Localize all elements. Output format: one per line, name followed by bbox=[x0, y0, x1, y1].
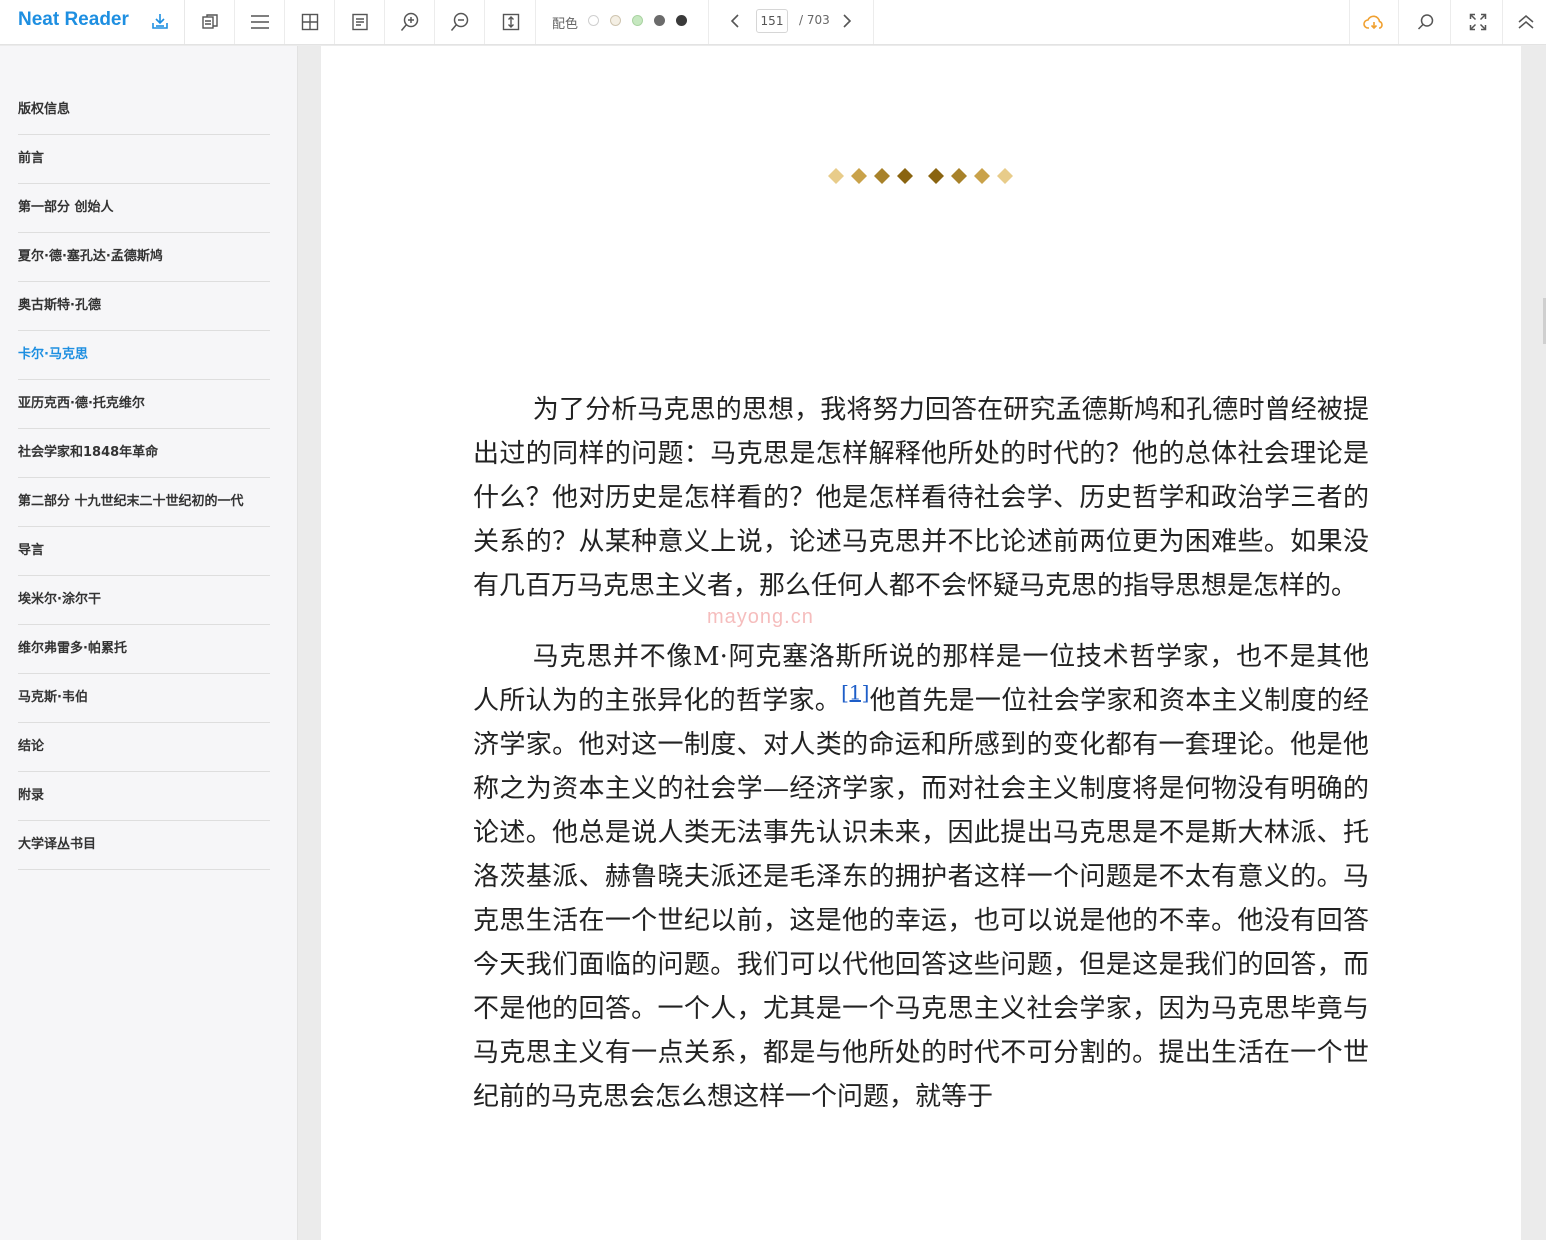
toc-sidebar: 版权信息 前言 第一部分 创始人 夏尔·德·塞孔达·孟德斯鸠 奥古斯特·孔德 卡… bbox=[0, 46, 298, 1240]
toc-item[interactable]: 社会学家和1848年革命 bbox=[18, 429, 270, 478]
toc-item[interactable]: 维尔弗雷多·帕累托 bbox=[18, 625, 270, 674]
paragraph: 为了分析马克思的思想，我将努力回答在研究孟德斯鸠和孔德时曾经被提出过的同样的问题… bbox=[473, 395, 1369, 601]
toc-item[interactable]: 马克斯·韦伯 bbox=[18, 674, 270, 723]
ornament-diamond bbox=[951, 168, 967, 184]
paragraph-text: 他首先是一位社会学家和资本主义制度的经济学家。他对这一制度、对人类的命运和所感到… bbox=[473, 686, 1369, 1112]
toc-list: 版权信息 前言 第一部分 创始人 夏尔·德·塞孔达·孟德斯鸠 奥古斯特·孔德 卡… bbox=[18, 86, 270, 870]
pager: 151 / 703 bbox=[709, 0, 874, 44]
toc-item[interactable]: 奥古斯特·孔德 bbox=[18, 282, 270, 331]
cloud-sync-icon[interactable] bbox=[1349, 0, 1399, 44]
theme-green[interactable] bbox=[632, 15, 643, 26]
next-page-icon[interactable] bbox=[841, 13, 853, 33]
ornament-diamond bbox=[974, 168, 990, 184]
toc-item[interactable]: 第二部分 十九世纪末二十世纪初的一代 bbox=[18, 478, 270, 527]
toc-item[interactable]: 导言 bbox=[18, 527, 270, 576]
footnote-link[interactable]: [1] bbox=[841, 680, 869, 704]
toc-item[interactable]: 第一部分 创始人 bbox=[18, 184, 270, 233]
toc-item[interactable]: 埃米尔·涂尔干 bbox=[18, 576, 270, 625]
collapse-toolbar-icon[interactable] bbox=[1505, 0, 1546, 44]
toc-item-active[interactable]: 卡尔·马克思 bbox=[18, 331, 270, 380]
page-number-input[interactable]: 151 bbox=[756, 9, 788, 33]
theme-selector: 配色 bbox=[537, 0, 709, 44]
app-name: Neat Reader bbox=[18, 9, 129, 30]
copy-icon[interactable] bbox=[185, 0, 235, 44]
search-icon[interactable] bbox=[1401, 0, 1451, 44]
brand: Neat Reader bbox=[0, 0, 185, 44]
zoom-out-icon[interactable] bbox=[435, 0, 485, 44]
download-icon[interactable] bbox=[150, 11, 170, 35]
fit-height-icon[interactable] bbox=[486, 0, 536, 44]
ornament-diamond bbox=[897, 168, 913, 184]
theme-sepia[interactable] bbox=[610, 15, 621, 26]
toc-item[interactable]: 附录 bbox=[18, 772, 270, 821]
toc-item[interactable]: 前言 bbox=[18, 135, 270, 184]
watermark: mayong.cn bbox=[707, 606, 814, 628]
grid-icon[interactable] bbox=[285, 0, 335, 44]
theme-dark[interactable] bbox=[676, 15, 687, 26]
reading-page: 为了分析马克思的思想，我将努力回答在研究孟德斯鸠和孔德时曾经被提出过的同样的问题… bbox=[321, 46, 1521, 1240]
book-content: 为了分析马克思的思想，我将努力回答在研究孟德斯鸠和孔德时曾经被提出过的同样的问题… bbox=[473, 388, 1369, 1146]
theme-gray[interactable] bbox=[654, 15, 665, 26]
notes-icon[interactable] bbox=[335, 0, 385, 44]
diamond-ornament bbox=[828, 168, 1013, 184]
toc-item[interactable]: 亚历克西·德·托克维尔 bbox=[18, 380, 270, 429]
ornament-diamond bbox=[874, 168, 890, 184]
page-total: / 703 bbox=[799, 13, 830, 27]
toc-item[interactable]: 版权信息 bbox=[18, 86, 270, 135]
toc-list-icon[interactable] bbox=[235, 0, 285, 44]
ornament-diamond bbox=[828, 168, 844, 184]
toc-item[interactable]: 夏尔·德·塞孔达·孟德斯鸠 bbox=[18, 233, 270, 282]
ornament-diamond bbox=[851, 168, 867, 184]
theme-white[interactable] bbox=[588, 15, 599, 26]
paragraph: 马克思并不像M·阿克塞洛斯所说的那样是一位技术哲学家，也不是其他人所认为的主张异… bbox=[473, 635, 1369, 1119]
toolbar: Neat Reader 配色 151 / 703 bbox=[0, 0, 1546, 45]
fullscreen-icon[interactable] bbox=[1453, 0, 1503, 44]
toc-item[interactable]: 结论 bbox=[18, 723, 270, 772]
toc-item[interactable]: 大学译丛书目 bbox=[18, 821, 270, 870]
ornament-diamond bbox=[997, 168, 1013, 184]
prev-page-icon[interactable] bbox=[729, 13, 741, 33]
zoom-in-icon[interactable] bbox=[385, 0, 435, 44]
ornament-diamond bbox=[928, 168, 944, 184]
theme-label: 配色 bbox=[552, 17, 579, 32]
